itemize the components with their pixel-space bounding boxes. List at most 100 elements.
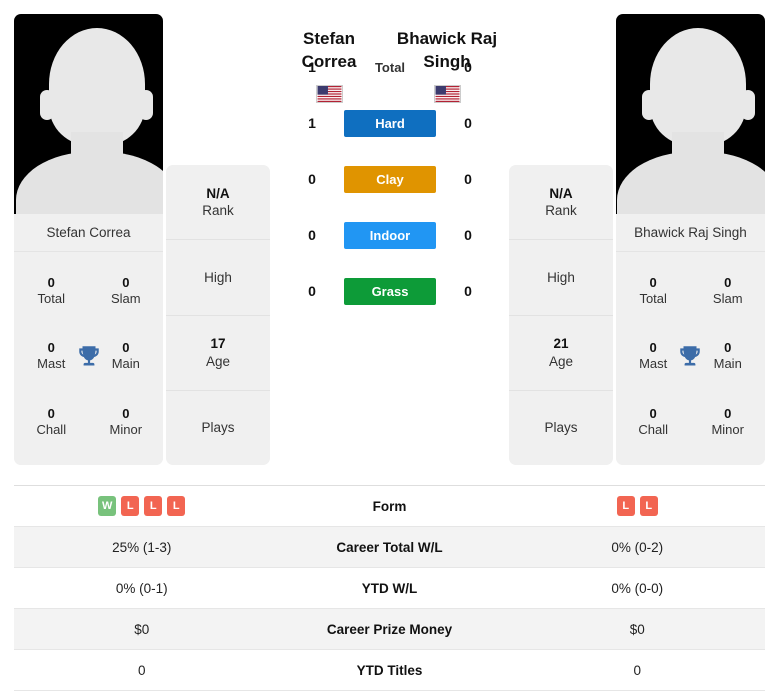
player-photo-right [615,14,765,214]
age-value: 17 [210,336,226,352]
title-stat-label: Mast [639,356,668,372]
title-stat-main-right: 0 Main [697,340,759,373]
form-badges-right: LL [510,496,766,516]
stat-value-left: 0 [137,662,146,678]
title-stat-value: 0 [47,274,55,290]
info-cell-plays-right: Plays [509,391,613,465]
h2h-row-clay: 0 Clay 0 [300,164,480,194]
title-stat-label: Minor [711,422,744,438]
h2h-right-count: 0 [464,227,472,243]
surface-label-clay[interactable]: Clay [344,165,436,193]
player-card-name-left: Stefan Correa [14,214,164,252]
title-stat-total-right: 0 Total [622,275,684,308]
titles-row: 0 Chall 0 Minor [14,398,163,446]
plays-label: Plays [544,420,578,436]
title-stat-chall-right: 0 Chall [622,406,684,439]
title-stat-main-left: 0 Main [95,340,157,373]
stat-value-right: $0 [629,621,645,637]
silhouette-ear-left [40,90,54,120]
h2h-right-count: 0 [464,171,472,187]
table-row: 0 YTD Titles 0 [14,650,765,691]
player-card-right[interactable]: Bhawick Raj Singh 0 Total 0 Slam 0 Mast [615,14,765,465]
rank-value: N/A [206,185,230,201]
form-badge-loss[interactable]: L [121,496,140,516]
table-row: 25% (1-3) Career Total W/L 0% (0-2) [14,527,765,568]
silhouette-ear-right [740,90,755,120]
title-stat-label: Chall [36,422,67,438]
h2h-right-count: 0 [464,115,472,131]
trophy-icon [680,346,701,367]
form-badge-loss[interactable]: L [144,496,163,516]
title-stat-value: 0 [47,340,55,356]
player-info-stack-right: N/A Rank High 21 Age Plays [509,165,613,465]
form-badge-loss[interactable]: L [616,496,635,516]
stat-label: YTD W/L [361,580,418,596]
player-silhouette-icon [650,28,747,146]
title-stat-value: 0 [649,274,657,290]
h2h-left-count: 1 [308,115,316,131]
titles-grid-left: 0 Total 0 Slam 0 Mast 0 Main 0 Chall 0 M… [14,252,164,465]
stat-label: Career Prize Money [326,621,453,637]
form-badge-loss[interactable]: L [639,496,658,516]
stat-label: YTD Titles [356,662,423,678]
stat-label: Career Total W/L [336,539,443,555]
stat-value-left: $0 [134,621,150,637]
table-row: $0 Career Prize Money $0 [14,609,765,650]
player-name-right-line1: Bhawick Raj [396,29,498,48]
titles-row: 0 Chall 0 Minor [616,398,765,446]
titles-row: 0 Total 0 Slam [616,267,765,315]
title-stat-value: 0 [122,405,130,421]
info-cell-age-right: 21 Age [509,316,613,391]
info-cell-high-left: High [166,240,270,316]
player-card-name-right: Bhawick Raj Singh [615,214,765,252]
info-cell-high-right: High [509,240,613,316]
title-stat-value: 0 [122,274,130,290]
info-cell-age-left: 17 Age [166,316,270,391]
stat-label: Form [372,498,407,514]
title-stat-mast-right: 0 Mast [622,340,684,373]
title-stat-value: 0 [724,340,732,356]
title-stat-value: 0 [724,405,732,421]
title-stat-minor-left: 0 Minor [95,406,157,439]
title-stat-label: Total [37,290,65,306]
h2h-left-count: 0 [308,227,316,243]
form-badge-win[interactable]: W [98,496,117,516]
title-stat-value: 0 [649,405,657,421]
stat-value-right: LL [510,496,766,516]
trophy-icon [78,346,99,367]
table-row: W L L L Form L L [14,486,765,527]
silhouette-shoulders [15,152,164,214]
surface-label-hard[interactable]: Hard [344,109,436,137]
stat-value-left: 0% (0-1) [115,580,168,596]
title-stat-slam-left: 0 Slam [95,275,157,308]
title-stat-label: Main [111,356,140,372]
rank-value: N/A [549,185,573,201]
h2h-left-count: 0 [308,171,316,187]
surface-label-total: Total [374,59,406,75]
form-badge-loss[interactable]: L [167,496,186,516]
high-label: High [547,269,575,285]
title-stat-label: Slam [111,290,141,306]
surface-label-grass[interactable]: Grass [344,277,436,305]
age-label: Age [206,353,231,369]
player-card-left[interactable]: Stefan Correa 0 Total 0 Slam 0 Mast 0 Ma… [14,14,164,465]
title-stat-value: 0 [47,405,55,421]
stat-value-left: 25% (1-3) [112,539,172,555]
h2h-left-count: 1 [308,59,316,75]
age-label: Age [548,353,573,369]
plays-label: Plays [201,420,235,436]
rank-label: Rank [545,203,577,219]
title-stat-mast-left: 0 Mast [20,340,82,373]
titles-row: 0 Mast 0 Main [616,332,765,380]
age-value: 21 [553,336,569,352]
title-stat-minor-right: 0 Minor [697,406,759,439]
stat-value-right: 0 [633,662,641,678]
surface-label-indoor[interactable]: Indoor [344,221,436,249]
titles-grid-right: 0 Total 0 Slam 0 Mast 0 Main 0 Chall 0 M… [615,252,765,465]
player-name-left-line1: Stefan [303,29,355,48]
title-stat-value: 0 [724,274,732,290]
title-stat-label: Minor [109,422,143,438]
info-cell-plays-left: Plays [166,391,270,465]
titles-row: 0 Total 0 Slam [14,267,163,315]
h2h-right-count: 0 [464,283,472,299]
